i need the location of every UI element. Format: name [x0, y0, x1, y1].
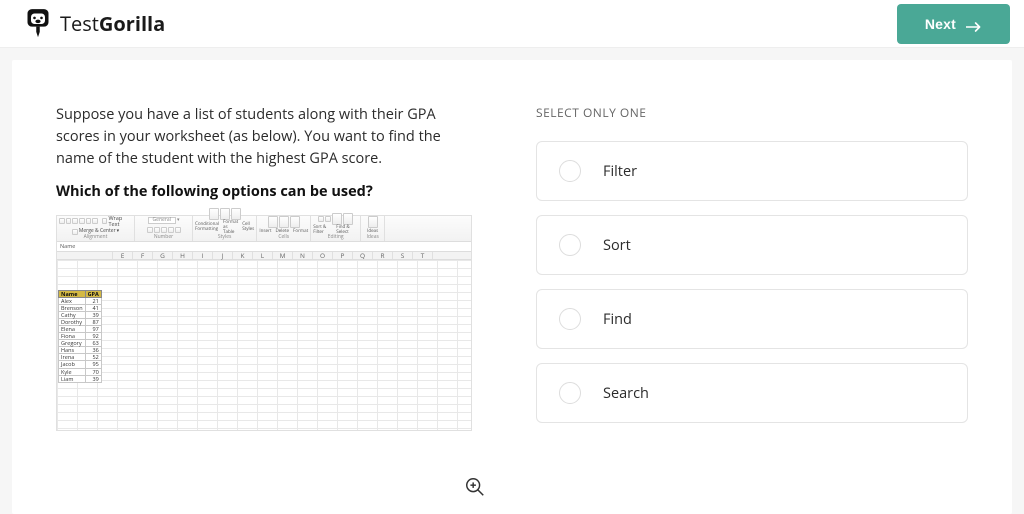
radio-icon — [559, 308, 581, 330]
option-search[interactable]: Search — [536, 363, 968, 423]
logo-text: TestGorilla — [60, 10, 165, 37]
logo: TestGorilla — [24, 7, 165, 41]
answer-instruction: SELECT ONLY ONE — [536, 104, 968, 121]
arrow-right-icon — [966, 19, 982, 29]
radio-icon — [559, 382, 581, 404]
table-row: Liam39 — [59, 375, 102, 382]
option-label: Search — [603, 384, 649, 403]
top-bar: TestGorilla Next — [0, 0, 1024, 48]
excel-grid: NameGPA Alex21Brenson41Cathy39Dorothy87E… — [57, 260, 471, 430]
zoom-in-icon[interactable] — [464, 476, 486, 498]
excel-formula-bar: Name — [57, 242, 471, 252]
table-row: Kyle70 — [59, 368, 102, 375]
gorilla-icon — [24, 7, 52, 41]
answer-panel: SELECT ONLY ONE Filter Sort Find Search — [536, 104, 968, 482]
option-sort[interactable]: Sort — [536, 215, 968, 275]
radio-icon — [559, 160, 581, 182]
option-filter[interactable]: Filter — [536, 141, 968, 201]
question-left: Suppose you have a list of students alon… — [56, 104, 476, 482]
question-prompt: Suppose you have a list of students alon… — [56, 104, 476, 169]
table-row: Jacob95 — [59, 361, 102, 368]
option-label: Find — [603, 310, 632, 329]
radio-icon — [559, 234, 581, 256]
next-button-label: Next — [925, 16, 956, 32]
excel-ribbon: Wrap Text Merge & Center ▾ Alignment Gen… — [57, 216, 471, 242]
question-subprompt: Which of the following options can be us… — [56, 181, 476, 203]
option-label: Sort — [603, 236, 631, 255]
option-find[interactable]: Find — [536, 289, 968, 349]
option-label: Filter — [603, 162, 637, 181]
excel-data-table: NameGPA Alex21Brenson41Cathy39Dorothy87E… — [58, 290, 102, 383]
excel-column-headers: EFGHIJKLMNOPQRST — [57, 252, 471, 260]
question-card: Suppose you have a list of students alon… — [12, 60, 1012, 514]
excel-screenshot: Wrap Text Merge & Center ▾ Alignment Gen… — [56, 215, 472, 431]
next-button[interactable]: Next — [897, 4, 1010, 44]
